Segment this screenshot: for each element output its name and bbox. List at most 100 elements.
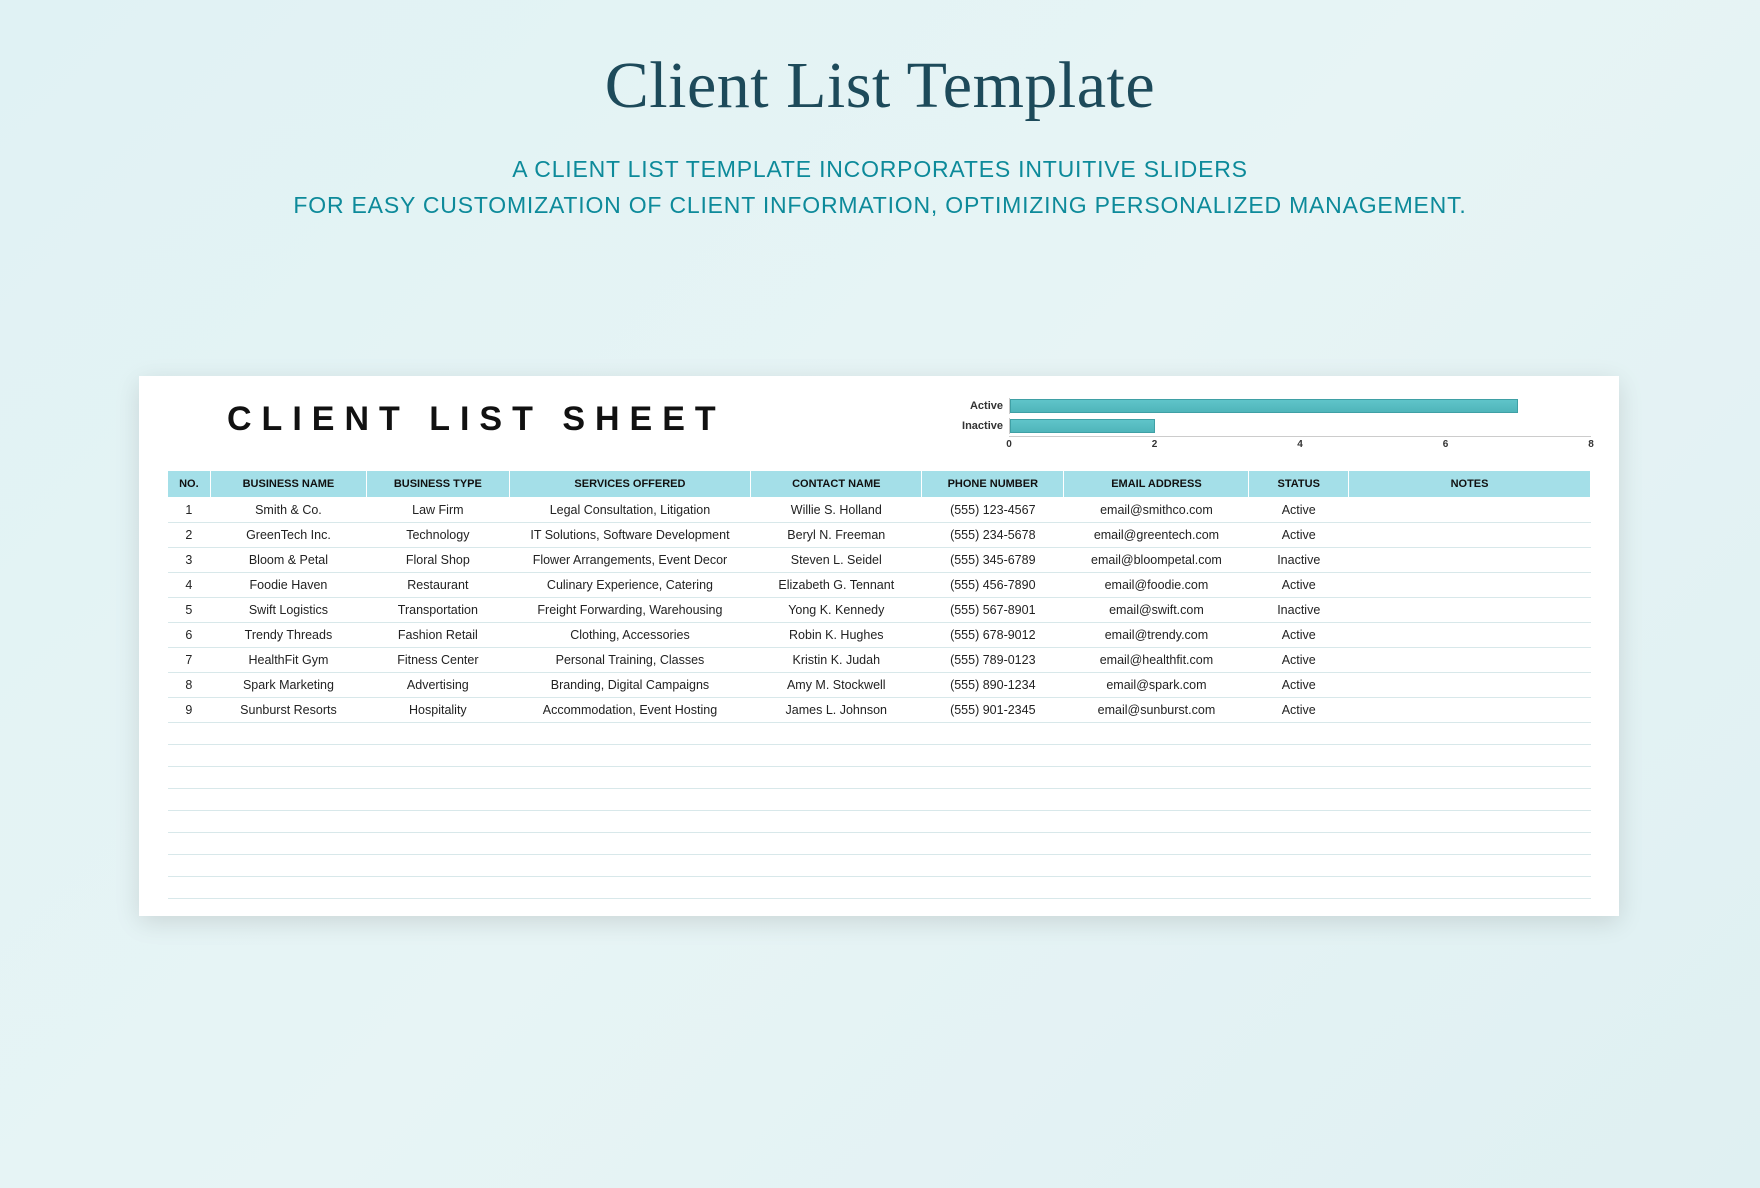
- table-cell: 5: [168, 598, 211, 623]
- table-cell: Active: [1249, 523, 1349, 548]
- table-row: 4Foodie HavenRestaurantCulinary Experien…: [168, 573, 1591, 598]
- table-cell: Trendy Threads: [210, 623, 367, 648]
- table-header-cell: SERVICES OFFERED: [509, 471, 751, 498]
- chart-axis: 02468: [1009, 436, 1591, 452]
- sheet-card: CLIENT LIST SHEET Active Inactive 02468 …: [139, 376, 1619, 916]
- table-cell: Floral Shop: [367, 548, 509, 573]
- table-header-cell: CONTACT NAME: [751, 471, 922, 498]
- page-subtitle: A CLIENT LIST TEMPLATE INCORPORATES INTU…: [0, 152, 1760, 223]
- table-row: 7HealthFit GymFitness CenterPersonal Tra…: [168, 648, 1591, 673]
- table-cell: Freight Forwarding, Warehousing: [509, 598, 751, 623]
- table-cell: Swift Logistics: [210, 598, 367, 623]
- table-cell: [1349, 648, 1591, 673]
- table-cell: 2: [168, 523, 211, 548]
- table-cell: (555) 234-5678: [922, 523, 1064, 548]
- table-cell: HealthFit Gym: [210, 648, 367, 673]
- table-cell: Active: [1249, 623, 1349, 648]
- table-row-empty: [168, 789, 1591, 811]
- table-row: 6Trendy ThreadsFashion RetailClothing, A…: [168, 623, 1591, 648]
- table-cell: [1349, 698, 1591, 723]
- table-header-cell: EMAIL ADDRESS: [1064, 471, 1249, 498]
- table-cell: Active: [1249, 573, 1349, 598]
- table-row-empty: [168, 767, 1591, 789]
- table-cell: Accommodation, Event Hosting: [509, 698, 751, 723]
- chart-label-active: Active: [951, 400, 1009, 412]
- table-cell: Active: [1249, 648, 1349, 673]
- table-cell: (555) 345-6789: [922, 548, 1064, 573]
- table-cell: Active: [1249, 673, 1349, 698]
- table-cell: [1349, 623, 1591, 648]
- table-row-empty: [168, 877, 1591, 899]
- table-cell: (555) 789-0123: [922, 648, 1064, 673]
- table-row: 9Sunburst ResortsHospitalityAccommodatio…: [168, 698, 1591, 723]
- table-cell: [1349, 498, 1591, 523]
- table-cell: Robin K. Hughes: [751, 623, 922, 648]
- table-row: 5Swift LogisticsTransportationFreight Fo…: [168, 598, 1591, 623]
- table-row-empty: [168, 833, 1591, 855]
- table-cell: Kristin K. Judah: [751, 648, 922, 673]
- table-row: 2GreenTech Inc.TechnologyIT Solutions, S…: [168, 523, 1591, 548]
- table-cell: email@greentech.com: [1064, 523, 1249, 548]
- table-cell: James L. Johnson: [751, 698, 922, 723]
- table-cell: email@foodie.com: [1064, 573, 1249, 598]
- table-cell: 9: [168, 698, 211, 723]
- table-cell: Active: [1249, 698, 1349, 723]
- table-cell: Spark Marketing: [210, 673, 367, 698]
- table-cell: 7: [168, 648, 211, 673]
- chart-tick: 2: [1152, 439, 1158, 450]
- table-cell: Technology: [367, 523, 509, 548]
- table-cell: [1349, 673, 1591, 698]
- table-cell: Smith & Co.: [210, 498, 367, 523]
- table-cell: email@spark.com: [1064, 673, 1249, 698]
- table-cell: (555) 456-7890: [922, 573, 1064, 598]
- table-row-empty: [168, 811, 1591, 833]
- table-cell: (555) 678-9012: [922, 623, 1064, 648]
- table-cell: email@bloompetal.com: [1064, 548, 1249, 573]
- table-cell: Branding, Digital Campaigns: [509, 673, 751, 698]
- table-cell: email@trendy.com: [1064, 623, 1249, 648]
- table-cell: 3: [168, 548, 211, 573]
- chart-bar-inactive: [1010, 419, 1155, 433]
- table-cell: email@swift.com: [1064, 598, 1249, 623]
- table-cell: Beryl N. Freeman: [751, 523, 922, 548]
- table-cell: (555) 123-4567: [922, 498, 1064, 523]
- table-row-empty: [168, 745, 1591, 767]
- table-row: 1Smith & Co.Law FirmLegal Consultation, …: [168, 498, 1591, 523]
- subtitle-line-2: FOR EASY CUSTOMIZATION OF CLIENT INFORMA…: [293, 192, 1466, 218]
- table-cell: Inactive: [1249, 598, 1349, 623]
- table-cell: Active: [1249, 498, 1349, 523]
- table-cell: Foodie Haven: [210, 573, 367, 598]
- table-cell: Transportation: [367, 598, 509, 623]
- table-row: 3Bloom & PetalFloral ShopFlower Arrangem…: [168, 548, 1591, 573]
- table-cell: 8: [168, 673, 211, 698]
- chart-tick: 6: [1443, 439, 1449, 450]
- table-cell: (555) 890-1234: [922, 673, 1064, 698]
- table-cell: Restaurant: [367, 573, 509, 598]
- table-cell: Law Firm: [367, 498, 509, 523]
- table-cell: Culinary Experience, Catering: [509, 573, 751, 598]
- table-cell: [1349, 523, 1591, 548]
- table-cell: Steven L. Seidel: [751, 548, 922, 573]
- table-cell: Advertising: [367, 673, 509, 698]
- subtitle-line-1: A CLIENT LIST TEMPLATE INCORPORATES INTU…: [512, 156, 1248, 182]
- table-row-empty: [168, 723, 1591, 745]
- chart-tick: 4: [1297, 439, 1303, 450]
- table-header-cell: NOTES: [1349, 471, 1591, 498]
- table-cell: Clothing, Accessories: [509, 623, 751, 648]
- table-cell: 6: [168, 623, 211, 648]
- table-cell: IT Solutions, Software Development: [509, 523, 751, 548]
- table-header-row: NO.BUSINESS NAMEBUSINESS TYPESERVICES OF…: [168, 471, 1591, 498]
- table-cell: (555) 567-8901: [922, 598, 1064, 623]
- table-cell: Yong K. Kennedy: [751, 598, 922, 623]
- table-header-cell: NO.: [168, 471, 211, 498]
- table-cell: 1: [168, 498, 211, 523]
- table-cell: [1349, 548, 1591, 573]
- table-cell: Flower Arrangements, Event Decor: [509, 548, 751, 573]
- table-cell: [1349, 598, 1591, 623]
- table-cell: Amy M. Stockwell: [751, 673, 922, 698]
- table-cell: (555) 901-2345: [922, 698, 1064, 723]
- sheet-title: CLIENT LIST SHEET: [227, 400, 726, 439]
- table-header-cell: BUSINESS NAME: [210, 471, 367, 498]
- chart-tick: 0: [1006, 439, 1012, 450]
- table-cell: 4: [168, 573, 211, 598]
